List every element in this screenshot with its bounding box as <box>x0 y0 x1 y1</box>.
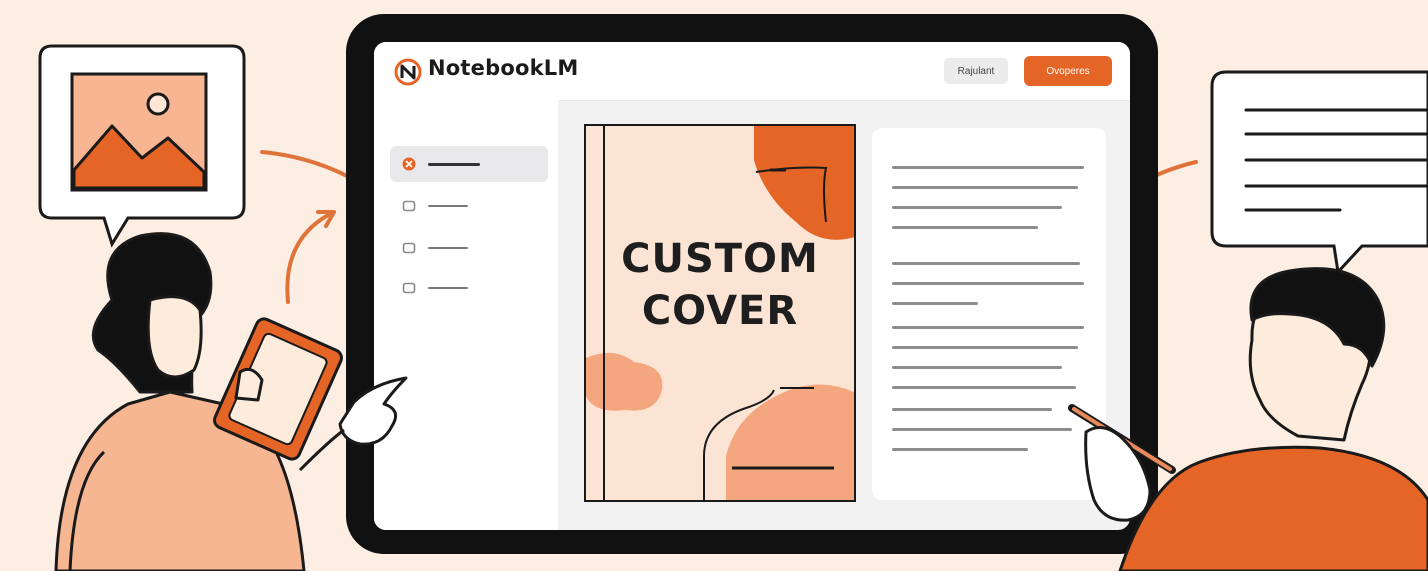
woman-figure <box>54 232 408 571</box>
foreground-people <box>54 232 1428 571</box>
man-figure <box>1068 267 1428 571</box>
